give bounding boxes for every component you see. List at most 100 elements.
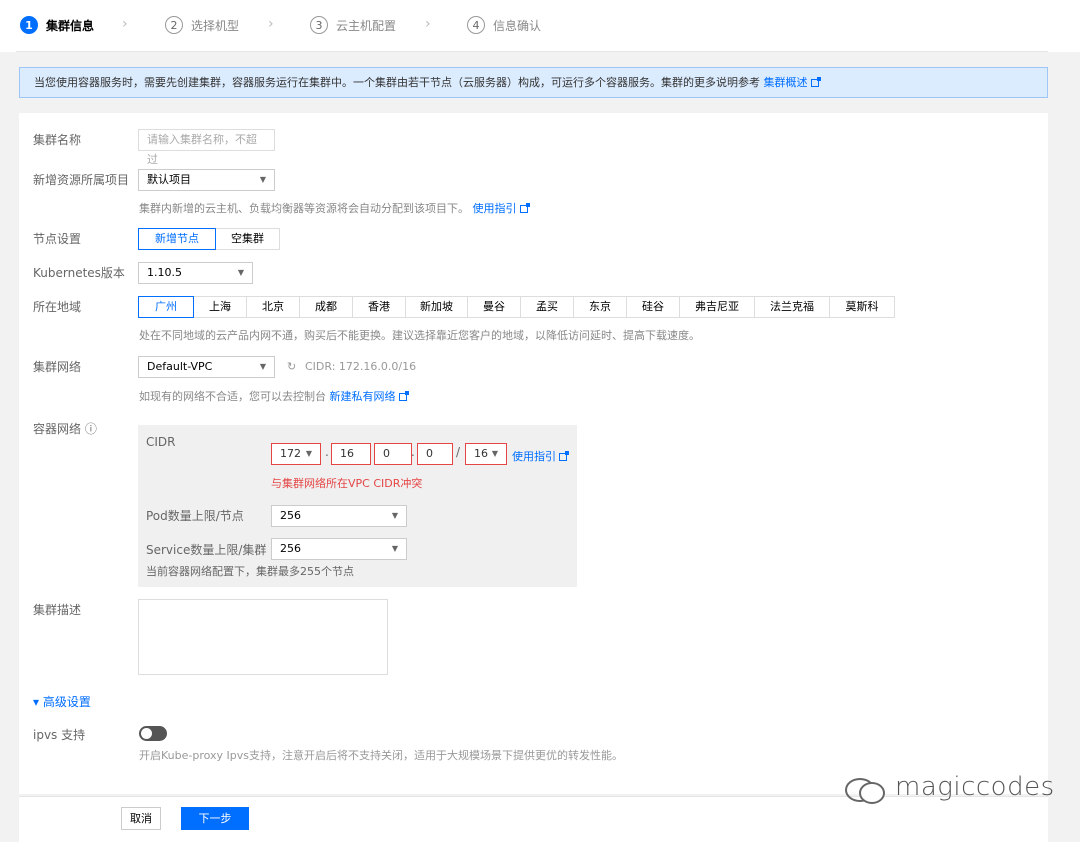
caret-down-icon: ▼ bbox=[259, 362, 266, 371]
dot-separator: . bbox=[325, 445, 329, 459]
cidr-octet-1-select[interactable]: 172 ▼ bbox=[271, 443, 321, 465]
vpc-select[interactable]: Default-VPC ▼ bbox=[138, 356, 275, 378]
region-frankfurt[interactable]: 法兰克福 bbox=[754, 296, 830, 318]
usage-guide-link[interactable]: 使用指引 bbox=[473, 202, 517, 215]
step-number: 4 bbox=[467, 16, 485, 34]
cidr-label: CIDR bbox=[146, 435, 176, 449]
dot-separator: . bbox=[411, 445, 415, 459]
region-bangkok[interactable]: 曼谷 bbox=[467, 296, 521, 318]
step-select-model[interactable]: 2 选择机型 bbox=[165, 16, 239, 34]
region-singapore[interactable]: 新加坡 bbox=[405, 296, 468, 318]
caret-down-icon: ▼ bbox=[259, 175, 266, 184]
step-label: 集群信息 bbox=[46, 18, 95, 33]
cluster-network-hint: 如现有的网络不合适，您可以去控制台 新建私有网络 bbox=[139, 388, 409, 404]
region-selector: 广州 上海 北京 成都 香港 新加坡 曼谷 孟买 东京 硅谷 弗吉尼亚 法兰克福… bbox=[138, 296, 895, 318]
info-notice: 当您使用容器服务时，需要先创建集群，容器服务运行在集群中。一个集群由若干节点（云… bbox=[19, 67, 1048, 98]
service-limit-label: Service数量上限/集群 bbox=[146, 543, 267, 557]
caret-down-icon: ▼ bbox=[237, 268, 244, 277]
cidr-mask-select[interactable]: 16 ▼ bbox=[465, 443, 507, 465]
k8s-version-select[interactable]: 1.10.5 ▼ bbox=[138, 262, 253, 284]
project-hint-text: 集群内新增的云主机、负载均衡器等资源将会自动分配到该项目下。 bbox=[139, 202, 469, 215]
divider bbox=[16, 51, 1048, 52]
step-number: 2 bbox=[165, 16, 183, 34]
step-confirm[interactable]: 4 信息确认 bbox=[467, 16, 541, 34]
region-siliconvalley[interactable]: 硅谷 bbox=[626, 296, 680, 318]
external-link-icon bbox=[810, 77, 821, 87]
region-beijing[interactable]: 北京 bbox=[246, 296, 300, 318]
ipvs-switch[interactable] bbox=[139, 726, 167, 741]
step-number: 1 bbox=[20, 16, 38, 34]
external-link-icon bbox=[519, 203, 530, 213]
cidr-guide-link[interactable]: 使用指引 bbox=[512, 450, 556, 463]
cluster-name-input[interactable]: 请输入集群名称，不超过 bbox=[138, 129, 275, 166]
chevron-right-icon: › bbox=[425, 16, 431, 32]
k8s-version-label: Kubernetes版本 bbox=[33, 266, 125, 280]
region-shanghai[interactable]: 上海 bbox=[193, 296, 247, 318]
region-label: 所在地域 bbox=[33, 300, 82, 314]
vpc-cidr: CIDR: 172.16.0.0/16 bbox=[305, 360, 417, 373]
region-tokyo[interactable]: 东京 bbox=[573, 296, 627, 318]
step-label: 信息确认 bbox=[493, 18, 542, 33]
service-limit-select[interactable]: 256 ▼ bbox=[271, 538, 407, 560]
step-cluster-info[interactable]: 1 集群信息 bbox=[20, 16, 94, 34]
step-cvm-config[interactable]: 3 云主机配置 bbox=[310, 16, 396, 34]
region-guangzhou[interactable]: 广州 bbox=[138, 296, 194, 318]
caret-down-icon: ▼ bbox=[305, 449, 312, 458]
cluster-overview-link[interactable]: 集群概述 bbox=[764, 76, 808, 89]
notice-text: 当您使用容器服务时，需要先创建集群，容器服务运行在集群中。一个集群由若干节点（云… bbox=[34, 76, 764, 89]
caret-down-icon: ▼ bbox=[391, 511, 398, 520]
option-add-node[interactable]: 新增节点 bbox=[138, 228, 216, 250]
region-chengdu[interactable]: 成都 bbox=[299, 296, 353, 318]
project-select[interactable]: 默认项目 ▼ bbox=[138, 169, 275, 191]
watermark: magiccodes bbox=[845, 772, 1055, 804]
cidr-octet-4-input[interactable]: 0 bbox=[417, 443, 453, 465]
region-hint: 处在不同地域的云产品内网不通，购买后不能更换。建议选择靠近您客户的地域，以降低访… bbox=[139, 329, 700, 342]
project-value: 默认项目 bbox=[147, 173, 191, 186]
option-empty-cluster[interactable]: 空集群 bbox=[215, 228, 280, 250]
region-hongkong[interactable]: 香港 bbox=[352, 296, 406, 318]
watermark-text: magiccodes bbox=[895, 772, 1055, 802]
description-textarea[interactable] bbox=[138, 599, 388, 675]
chevron-right-icon: › bbox=[122, 16, 128, 32]
pod-limit-label: Pod数量上限/节点 bbox=[146, 509, 244, 523]
step-number: 3 bbox=[310, 16, 328, 34]
stepper: 1 集群信息 › 2 选择机型 › 3 云主机配置 › 4 信息确认 bbox=[0, 0, 1080, 52]
region-mumbai[interactable]: 孟买 bbox=[520, 296, 574, 318]
step-label: 选择机型 bbox=[191, 18, 240, 33]
caret-down-icon: ▼ bbox=[491, 449, 498, 458]
advanced-settings-toggle[interactable]: ▾ 高级设置 bbox=[33, 693, 91, 710]
project-hint: 集群内新增的云主机、负载均衡器等资源将会自动分配到该项目下。 使用指引 bbox=[139, 200, 530, 216]
cluster-network-hint-text: 如现有的网络不合适，您可以去控制台 bbox=[139, 390, 330, 403]
cidr-error: 与集群网络所在VPC CIDR冲突 bbox=[271, 477, 423, 490]
external-link-icon bbox=[398, 391, 409, 401]
cluster-name-label: 集群名称 bbox=[33, 133, 82, 147]
k8s-version-value: 1.10.5 bbox=[147, 266, 182, 279]
service-limit-value: 256 bbox=[280, 542, 301, 555]
next-step-button[interactable]: 下一步 bbox=[181, 807, 249, 830]
cidr-octet-3-input[interactable]: 0 bbox=[374, 443, 412, 465]
project-label: 新增资源所属项目 bbox=[33, 173, 130, 187]
cidr-octet-2-input[interactable]: 16 bbox=[331, 443, 371, 465]
step-label: 云主机配置 bbox=[336, 18, 397, 33]
region-moscow[interactable]: 莫斯科 bbox=[829, 296, 895, 318]
container-network-label: 容器网络 ⓘ bbox=[33, 422, 97, 436]
caret-down-icon: ▼ bbox=[391, 544, 398, 553]
vpc-value: Default-VPC bbox=[147, 360, 213, 373]
cidr-guide: 使用指引 bbox=[512, 448, 569, 464]
cancel-button[interactable]: 取消 bbox=[121, 807, 161, 830]
refresh-icon[interactable]: ↻ bbox=[287, 360, 296, 373]
pod-limit-select[interactable]: 256 ▼ bbox=[271, 505, 407, 527]
create-vpc-link[interactable]: 新建私有网络 bbox=[330, 390, 396, 403]
region-virginia[interactable]: 弗吉尼亚 bbox=[679, 296, 755, 318]
chevron-right-icon: › bbox=[268, 16, 274, 32]
ipvs-label: ipvs 支持 bbox=[33, 728, 86, 742]
form-footer: 取消 下一步 bbox=[19, 796, 1048, 842]
ipvs-hint: 开启Kube-proxy Ipvs支持，注意开启后将不支持关闭，适用于大规模场景… bbox=[139, 749, 623, 762]
container-network-box: CIDR 172 ▼ . 16 . 0 . 0 / 16 ▼ 使用指引 与集群网… bbox=[138, 425, 577, 587]
wechat-icon bbox=[845, 772, 889, 804]
node-setting-toggle: 新增节点 空集群 bbox=[138, 228, 280, 250]
external-link-icon bbox=[559, 451, 569, 461]
node-setting-label: 节点设置 bbox=[33, 232, 82, 246]
slash-separator: / bbox=[456, 445, 461, 459]
description-label: 集群描述 bbox=[33, 603, 82, 617]
